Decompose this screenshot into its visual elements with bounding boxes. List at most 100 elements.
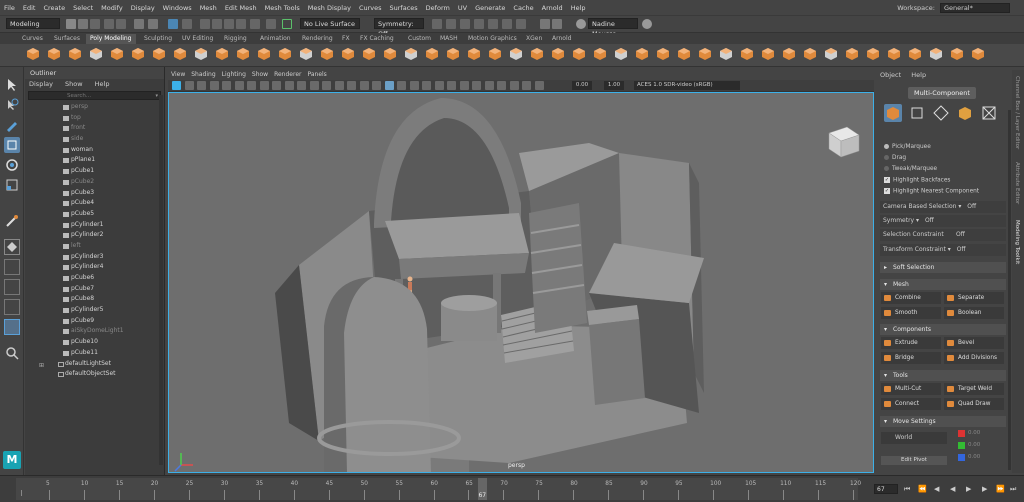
torus-icon[interactable] [110, 47, 124, 61]
outliner-item[interactable]: pCylinder5 [25, 305, 164, 316]
bridge-icon[interactable] [425, 47, 439, 61]
smooth-shade-icon[interactable] [359, 81, 369, 90]
reduce-icon[interactable] [656, 47, 670, 61]
workspace-selector[interactable]: Workspace: General* [897, 3, 1010, 13]
shadows-icon[interactable] [409, 81, 419, 90]
insert-edge-loop-icon[interactable] [530, 47, 544, 61]
merge-icon[interactable] [467, 47, 481, 61]
snap-together-icon[interactable] [908, 47, 922, 61]
toolkit-menu-object[interactable]: Object [880, 71, 901, 79]
time-ruler[interactable]: 5 10 15 20 25 30 35 40 45 50 55 60 65 70 75 80 85 90 95 100… [16, 478, 861, 500]
outliner-item[interactable]: pCube3 [25, 188, 164, 199]
bevel-button[interactable]: Bevel [944, 337, 1004, 349]
search-tool-icon[interactable] [4, 345, 20, 361]
layout-four-icon[interactable] [4, 259, 20, 275]
transform-constraint-row[interactable]: Transform Constraint ▾ Off [880, 244, 1006, 256]
film-gate-icon[interactable] [272, 81, 281, 90]
wedge-icon[interactable] [614, 47, 628, 61]
triangulate-icon[interactable] [782, 47, 796, 61]
history-icon[interactable] [266, 19, 276, 29]
cone-icon[interactable] [89, 47, 103, 61]
grease-pencil-icon[interactable] [247, 81, 256, 90]
multisample-aa-icon[interactable] [447, 81, 456, 90]
current-frame-field[interactable]: 67 [874, 484, 898, 494]
lattice-icon[interactable] [929, 47, 943, 61]
outliner-item[interactable]: pCylinder3 [25, 252, 164, 263]
render-view-icon[interactable] [488, 19, 498, 29]
channel-box-toggle-icon[interactable] [540, 19, 550, 29]
isolate-select-icon[interactable] [472, 81, 481, 90]
shelf-tab-fx[interactable]: FX [338, 34, 354, 44]
extrude-button[interactable]: Extrude [881, 337, 941, 349]
menu-modify[interactable]: Modify [97, 0, 127, 16]
lasso-tool-icon[interactable] [4, 97, 20, 113]
select-component-icon[interactable] [168, 19, 178, 29]
live-surface-field[interactable]: No Live Surface [300, 18, 360, 29]
smooth-mesh-icon[interactable] [299, 47, 313, 61]
outliner-item[interactable]: persp [25, 102, 164, 113]
xray-active-icon[interactable] [497, 81, 506, 90]
quad-draw-button[interactable]: Quad Draw [944, 398, 1004, 410]
z-axis-icon[interactable] [958, 454, 965, 461]
select-object-icon[interactable] [148, 19, 158, 29]
open-scene-icon[interactable] [78, 19, 88, 29]
text-icon[interactable] [215, 47, 229, 61]
camera-attributes-icon[interactable] [197, 81, 206, 90]
shelf-tab-animation[interactable]: Animation [256, 34, 295, 44]
outliner-menu-show[interactable]: Show [65, 80, 83, 88]
shelf-tab-arnold[interactable]: Arnold [548, 34, 575, 44]
soft-mod-icon[interactable] [950, 47, 964, 61]
center-pivot-icon[interactable] [866, 47, 880, 61]
outliner-item[interactable]: pCube8 [25, 294, 164, 305]
outliner-item[interactable]: pCube1 [25, 166, 164, 177]
user-account-dropdown[interactable]: Nadine Moussa [588, 18, 638, 38]
layout-single-icon[interactable] [4, 239, 20, 255]
offset-edge-loop-icon[interactable] [551, 47, 565, 61]
move-space-dropdown[interactable]: World [881, 432, 947, 444]
poke-icon[interactable] [593, 47, 607, 61]
cube-icon[interactable] [47, 47, 61, 61]
step-forward-key-icon[interactable]: ⏩ [996, 485, 1005, 493]
color-space-dropdown[interactable]: ACES 1.0 SDR-video (sRGB) [634, 81, 740, 90]
shelf-tab-surfaces[interactable]: Surfaces [50, 34, 84, 44]
shelf-tab-xgen[interactable]: XGen [522, 34, 546, 44]
shelf-tab-mash[interactable]: MASH [436, 34, 462, 44]
safe-action-icon[interactable] [322, 81, 331, 90]
cylinder-icon[interactable] [68, 47, 82, 61]
use-all-lights-icon[interactable] [397, 81, 406, 90]
uv-layout-icon[interactable] [719, 47, 733, 61]
menu-deform[interactable]: Deform [422, 0, 454, 16]
circularize-icon[interactable] [572, 47, 586, 61]
step-back-key-icon[interactable]: ⏪ [918, 485, 927, 493]
shelf-tab-uv-editing[interactable]: UV Editing [178, 34, 217, 44]
outliner-scrollbar[interactable] [159, 95, 163, 465]
go-to-end-icon[interactable]: ⏭ [1010, 485, 1016, 494]
menu-set-dropdown[interactable]: Modeling [6, 18, 60, 29]
select-hierarchy-icon[interactable] [134, 19, 144, 29]
last-tool-icon[interactable] [4, 213, 20, 229]
extrude-icon[interactable] [404, 47, 418, 61]
go-to-start-icon[interactable]: ⏮ [904, 485, 910, 494]
combine-mesh-icon[interactable] [257, 47, 271, 61]
menu-edit-mesh[interactable]: Edit Mesh [221, 0, 261, 16]
target-weld-button[interactable]: Target Weld [944, 383, 1004, 395]
outliner-item[interactable]: left [25, 241, 164, 252]
menu-mesh-display[interactable]: Mesh Display [304, 0, 355, 16]
lock-camera-icon[interactable] [184, 81, 194, 90]
menu-create[interactable]: Create [39, 0, 69, 16]
2d-pan-zoom-icon[interactable] [234, 81, 244, 90]
modeling-toolkit-tab[interactable]: Modeling Toolkit [1014, 220, 1020, 264]
shelf-tab-custom[interactable]: Custom [404, 34, 435, 44]
shelf-tab-rigging[interactable]: Rigging [220, 34, 251, 44]
symmetry-row[interactable]: Symmetry ▾ Off [880, 215, 1006, 227]
sphere-icon[interactable] [26, 47, 40, 61]
motion-blur-icon[interactable] [434, 81, 444, 90]
exposure-field[interactable]: 0.00 [572, 81, 592, 90]
tools-section[interactable]: Tools [880, 370, 1006, 381]
menu-windows[interactable]: Windows [159, 0, 196, 16]
snap-view-plane-icon[interactable] [236, 19, 246, 29]
boolean-difference-icon[interactable] [341, 47, 355, 61]
edge-mode-icon[interactable] [932, 104, 950, 122]
y-axis-icon[interactable] [958, 442, 965, 449]
vertex-mode-icon[interactable] [908, 104, 926, 122]
